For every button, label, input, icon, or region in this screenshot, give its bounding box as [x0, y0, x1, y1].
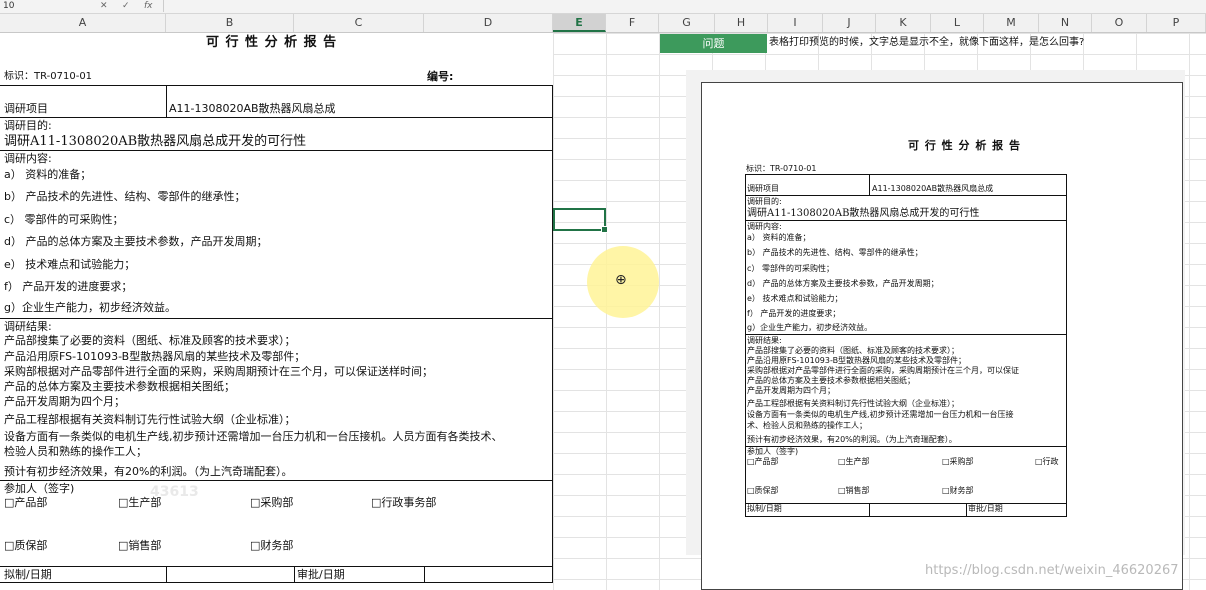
preview-approve-date-label: 审批/日期 — [968, 504, 1003, 513]
preview-result-line: 产品开发周期为四个月； — [747, 386, 835, 395]
preview-result-line: 设备方面有一条类似的电机生产线,初步预计还需增加一台压力机和一台压接 — [747, 410, 1014, 419]
form-id-label: 标识：TR-0710-01 — [4, 71, 93, 82]
preview-title: 可 行 性 分 析 报 告 — [908, 139, 1021, 152]
result-line: 采购部根据对产品零部件进行全面的采购，采购周期预计在三个月，可以保证送样时间； — [4, 365, 433, 378]
project-label: 调研项目 — [4, 102, 48, 115]
column-header-p[interactable]: P — [1147, 14, 1206, 32]
result-line: 产品部搜集了必要的资料（图纸、标准及顾客的技术要求）； — [4, 334, 296, 347]
result-line: 产品开发周期为四个月； — [4, 395, 125, 408]
content-item: a） 资料的准备； — [4, 168, 92, 181]
result-line: 产品的总体方案及主要技术参数根据相关图纸； — [4, 380, 235, 393]
department-checkbox[interactable]: □采购部 — [250, 496, 293, 510]
content-item: g）企业生产能力，初步经济效益。 — [4, 301, 176, 314]
preview-result-line: 预计有初步经济效果，有20%的利润。（为上汽奇瑞配套）。 — [747, 435, 957, 444]
purpose-value: 调研A11-1308020AB散热器风扇总成开发的可行性 — [4, 134, 307, 149]
preview-content-item: f） 产品开发的进度要求； — [747, 309, 841, 318]
print-preview-page: 可 行 性 分 析 报 告 标识：TR-0710-01 调研项目 A11-130… — [701, 82, 1183, 590]
column-header-a[interactable]: A — [0, 14, 166, 32]
draft-date-label: 拟制/日期 — [4, 568, 52, 581]
preview-department: □行政 — [1035, 457, 1059, 466]
preview-purpose-value: 调研A11-1308020AB散热器风扇总成开发的可行性 — [747, 208, 980, 219]
preview-department: □财务部 — [942, 486, 974, 495]
participants-label: 参加人（签字) — [4, 482, 75, 495]
name-box[interactable]: 10 — [0, 0, 164, 12]
preview-participants-label: 参加人（签字) — [747, 447, 799, 456]
column-header-m[interactable]: M — [984, 14, 1039, 32]
preview-department: □质保部 — [747, 486, 779, 495]
question-label: 问题 — [660, 34, 767, 53]
preview-content-label: 调研内容: — [747, 222, 782, 231]
purpose-label: 调研目的: — [4, 119, 52, 132]
form-number-label: 编号: — [427, 70, 454, 83]
column-header-h[interactable]: H — [715, 14, 768, 32]
column-header-o[interactable]: O — [1092, 14, 1147, 32]
result-line: 产品沿用原FS-101093-B型散热器风扇的某些技术及零部件； — [4, 350, 306, 363]
content-item: c） 零部件的可采购性； — [4, 213, 124, 226]
crosshair-cursor-icon: ⊕ — [615, 272, 627, 288]
preview-draft-date-label: 拟制/日期 — [747, 504, 782, 513]
preview-result-line: 产品的总体方案及主要技术参数根据相关图纸； — [747, 376, 915, 385]
result-line: 产品工程部根据有关资料制订先行性试验大纲（企业标准）； — [4, 413, 296, 426]
preview-content-item: c） 零部件的可采购性； — [747, 264, 834, 273]
preview-content-item: g）企业生产能力，初步经济效益。 — [747, 323, 873, 332]
preview-project-value: A11-1308020AB散热器风扇总成 — [872, 184, 994, 193]
preview-id-label: 标识：TR-0710-01 — [746, 164, 817, 173]
preview-department: □采购部 — [942, 457, 974, 466]
preview-result-line: 产品部搜集了必要的资料（图纸、标准及顾客的技术要求）； — [747, 346, 959, 355]
column-header-b[interactable]: B — [166, 14, 294, 32]
confirm-icon[interactable]: ✓ — [122, 0, 130, 12]
preview-content-item: b） 产品技术的先进性、结构、零部件的继承性； — [747, 248, 923, 257]
department-checkbox[interactable]: □质保部 — [4, 539, 47, 553]
column-header-row: A B C D E F G H I J K L M N O P — [0, 14, 1206, 33]
result-line: 预计有初步经济效果，有20%的利润。（为上汽奇瑞配套）。 — [4, 465, 293, 478]
content-item: b） 产品技术的先进性、结构、零部件的继承性； — [4, 190, 246, 203]
preview-result-line: 术、检验人员和熟练的操作工人； — [747, 421, 867, 430]
preview-content-item: d） 产品的总体方案及主要技术参数，产品开发周期； — [747, 279, 939, 288]
column-header-c[interactable]: C — [294, 14, 424, 32]
column-header-l[interactable]: L — [931, 14, 984, 32]
preview-content-item: a） 资料的准备； — [747, 233, 811, 242]
department-checkbox[interactable]: □行政事务部 — [371, 496, 436, 510]
faint-overlay-text: 43613 — [150, 484, 199, 500]
result-line: 设备方面有一条类似的电机生产线,初步预计还需增加一台压力机和一台压接机。人员方面… — [4, 430, 503, 443]
watermark-text: https://blog.csdn.net/weixin_46620267 — [925, 563, 1179, 578]
result-label: 调研结果: — [4, 320, 52, 333]
content-item: e） 技术难点和试验能力； — [4, 258, 136, 271]
selected-cell[interactable] — [553, 208, 608, 233]
column-header-n[interactable]: N — [1039, 14, 1092, 32]
preview-department: □销售部 — [838, 486, 870, 495]
department-checkbox[interactable]: □财务部 — [250, 539, 293, 553]
preview-content-item: e） 技术难点和试验能力； — [747, 294, 843, 303]
preview-result-line: 采购部根据对产品零部件进行全面的采购，采购周期预计在三个月，可以保证 — [747, 366, 1019, 375]
preview-result-line: 产品沿用原FS-101093-B型散热器风扇的某些技术及零部件； — [747, 356, 967, 365]
content-label: 调研内容: — [4, 152, 52, 165]
preview-department: □生产部 — [838, 457, 870, 466]
department-checkbox[interactable]: □销售部 — [118, 539, 161, 553]
column-header-e[interactable]: E — [553, 14, 606, 32]
cancel-icon[interactable]: ✕ — [100, 0, 108, 12]
column-header-k[interactable]: K — [876, 14, 931, 32]
formula-bar: 10 ✕ ✓ fx — [0, 0, 1206, 14]
column-header-i[interactable]: I — [768, 14, 823, 32]
column-header-g[interactable]: G — [659, 14, 715, 32]
content-item: d） 产品的总体方案及主要技术参数，产品开发周期； — [4, 235, 268, 248]
preview-purpose-label: 调研目的: — [747, 197, 782, 206]
spreadsheet-form[interactable]: 可 行 性 分 析 报 告 标识：TR-0710-01 编号: 调研项目 A11… — [0, 33, 553, 590]
column-header-f[interactable]: F — [606, 14, 659, 32]
content-item: f） 产品开发的进度要求； — [4, 280, 133, 293]
form-title: 可 行 性 分 析 报 告 — [206, 35, 338, 50]
preview-department: □产品部 — [747, 457, 779, 466]
approve-date-label: 审批/日期 — [297, 568, 345, 581]
question-text: 表格打印预览的时候，文字总是显示不全，就像下面这样，是怎么回事? — [769, 37, 1085, 48]
preview-project-label: 调研项目 — [747, 184, 779, 193]
preview-result-label: 调研结果: — [747, 336, 782, 345]
column-header-j[interactable]: J — [823, 14, 876, 32]
department-checkbox[interactable]: □产品部 — [4, 496, 47, 510]
column-header-d[interactable]: D — [424, 14, 553, 32]
preview-result-line: 产品工程部根据有关资料制订先行性试验大纲（企业标准）； — [747, 399, 959, 408]
result-line: 检验人员和熟练的操作工人； — [4, 445, 147, 458]
fx-icon[interactable]: fx — [144, 0, 153, 12]
project-value: A11-1308020AB散热器风扇总成 — [169, 102, 336, 115]
